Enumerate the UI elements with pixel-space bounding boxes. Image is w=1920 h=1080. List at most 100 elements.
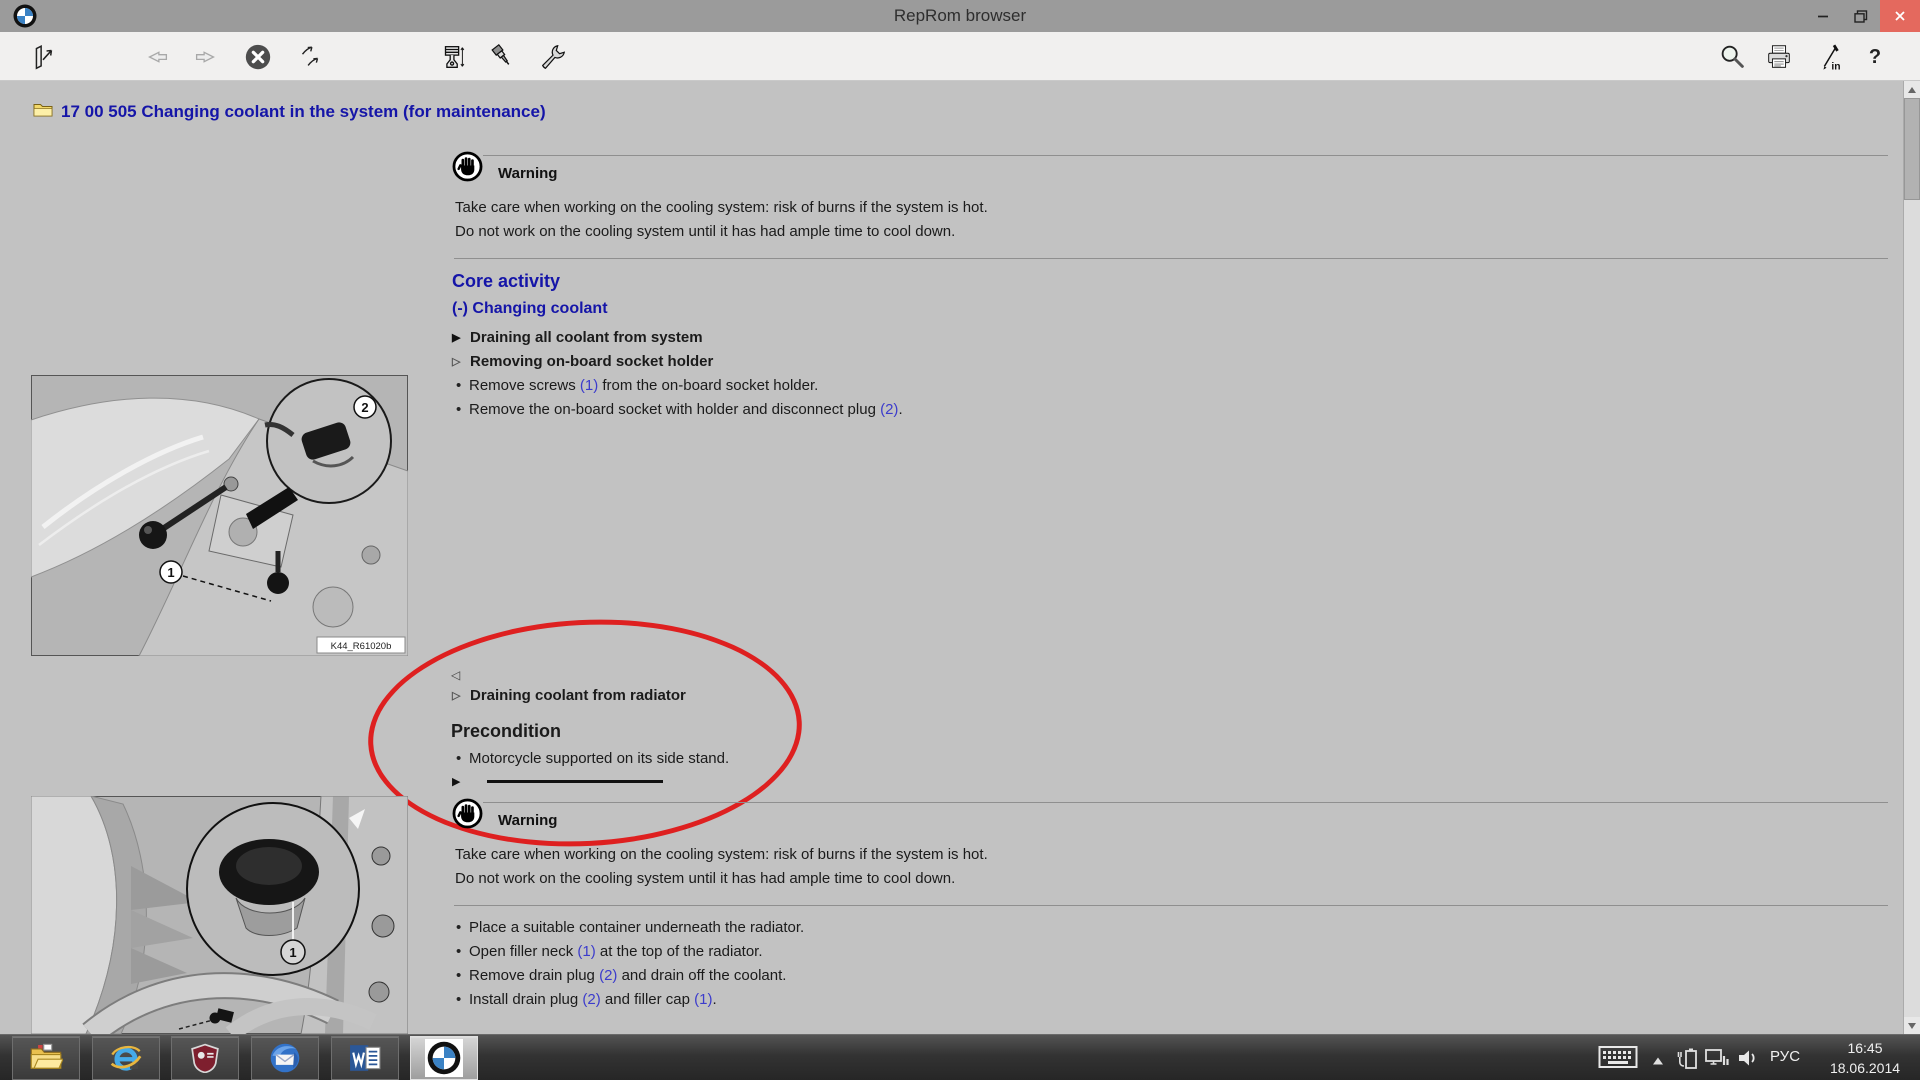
taskbar-antivirus-shield[interactable] [171, 1036, 239, 1080]
figure-callout-2: 2 [361, 400, 368, 415]
tray-expand-arrow[interactable] [1652, 1053, 1664, 1071]
list-item: •Remove the on-board socket with holder … [456, 401, 903, 418]
stop-button[interactable] [241, 40, 275, 74]
up-triangle-icon [1908, 87, 1916, 93]
figure-on-board-socket[interactable]: 2 1 K44_R61020b [31, 375, 408, 656]
warning-title: Warning [498, 165, 557, 182]
figure-callout-1: 1 [289, 945, 296, 960]
wrench-button[interactable] [536, 40, 570, 74]
solid-arrow-marker: ▶ [452, 331, 470, 344]
tray-date: 18.06.2014 [1814, 1058, 1916, 1078]
help-button[interactable]: ? [1858, 40, 1892, 74]
warning-block: Warning Take care when working on the co… [452, 150, 1888, 260]
network-status-icon[interactable] [1704, 1045, 1730, 1076]
part-ref-link[interactable]: (1) [577, 943, 595, 960]
list-item: •Remove drain plug (2) and drain off the… [456, 967, 786, 984]
step-draining-coolant-radiator[interactable]: ▷Draining coolant from radiator [452, 687, 686, 704]
taskbar-thunderbird[interactable] [251, 1036, 319, 1080]
scrollbar-thumb[interactable] [1904, 98, 1920, 200]
forward-button[interactable] [189, 40, 223, 74]
step-label: Removing on-board socket holder [470, 353, 713, 370]
part-ref-link[interactable]: (2) [599, 967, 617, 984]
minimize-button[interactable] [1804, 0, 1842, 32]
sparkplug-button[interactable] [486, 40, 520, 74]
piston-button[interactable] [436, 40, 470, 74]
hollow-arrow-marker: ▷ [452, 689, 470, 702]
crosslink-button[interactable] [293, 40, 327, 74]
bullet-marker: • [456, 943, 469, 960]
notes-label: in [1831, 62, 1840, 72]
divider [454, 905, 1888, 906]
node-changing-coolant[interactable]: (-) Changing coolant [452, 300, 608, 318]
close-button[interactable] [1880, 0, 1920, 32]
part-ref-link[interactable]: (2) [880, 401, 898, 418]
window-controls [1804, 0, 1920, 32]
hollow-arrow-marker: ▷ [452, 355, 470, 368]
bullet-marker: • [456, 967, 469, 984]
part-ref-link[interactable]: (1) [580, 377, 598, 394]
divider [483, 802, 1888, 803]
bmw-roundel-icon [425, 1039, 463, 1077]
power-status-icon[interactable] [1676, 1045, 1700, 1076]
tray-time: 16:45 [1814, 1038, 1916, 1058]
exit-button[interactable] [26, 40, 60, 74]
volume-icon[interactable] [1736, 1046, 1760, 1075]
bullet-marker: • [456, 991, 469, 1008]
list-item: •Open filler neck (1) at the top of the … [456, 943, 763, 960]
warning-title: Warning [498, 812, 557, 829]
taskbar-reprom-bmw[interactable] [410, 1036, 478, 1080]
print-button[interactable] [1762, 40, 1796, 74]
notes-button[interactable]: in [1813, 40, 1847, 74]
touch-keyboard-icon[interactable] [1598, 1044, 1638, 1075]
step-text: Place a suitable container underneath th… [469, 919, 804, 936]
list-item: •Install drain plug (2) and filler cap (… [456, 991, 717, 1008]
collapse-back-marker[interactable]: ◁ [451, 668, 460, 682]
bullet-marker: • [456, 919, 469, 936]
maximize-button[interactable] [1842, 0, 1880, 32]
solid-arrow-marker: ▶ [452, 775, 470, 788]
document-heading[interactable]: 17 00 505 Changing coolant in the system… [33, 102, 546, 122]
figure-radiator-drain[interactable]: 1 [31, 796, 408, 1034]
warning-block: Warning Take care when working on the co… [452, 797, 1888, 907]
figure-label: K44_R61020b [331, 641, 392, 652]
step-label: Draining all coolant from system [470, 329, 703, 346]
step-text: and drain off the coolant. [617, 967, 786, 984]
warning-text: Do not work on the cooling system until … [455, 870, 955, 887]
step-text: . [898, 401, 902, 418]
part-ref-link[interactable]: (1) [694, 991, 712, 1008]
step-text: . [712, 991, 716, 1008]
taskbar: РУС 16:45 18.06.2014 [0, 1034, 1920, 1080]
step-removing-socket-holder[interactable]: ▷Removing on-board socket holder [452, 353, 713, 370]
step-text: from the on-board socket holder. [598, 377, 818, 394]
language-indicator[interactable]: РУС [1770, 1048, 1800, 1065]
divider [454, 258, 1888, 259]
step-text: Install drain plug [469, 991, 582, 1008]
list-item: •Motorcycle supported on its side stand. [456, 750, 729, 767]
step-draining-all-coolant[interactable]: ▶Draining all coolant from system [452, 329, 703, 346]
scroll-down-button[interactable] [1904, 1017, 1920, 1034]
tray-clock[interactable]: 16:45 18.06.2014 [1814, 1038, 1916, 1078]
taskbar-word[interactable] [331, 1036, 399, 1080]
search-button[interactable] [1715, 40, 1749, 74]
section-title-core-activity: Core activity [452, 271, 560, 292]
taskbar-internet-explorer[interactable] [92, 1036, 160, 1080]
bullet-marker: • [456, 401, 469, 418]
step-text: Remove screws [469, 377, 580, 394]
warning-text: Do not work on the cooling system until … [455, 223, 955, 240]
bullet-marker: • [456, 377, 469, 394]
warning-hand-icon [452, 151, 483, 182]
vertical-scrollbar[interactable] [1903, 81, 1920, 1034]
part-ref-link[interactable]: (2) [582, 991, 600, 1008]
warning-text: Take care when working on the cooling sy… [455, 199, 988, 216]
hollow-back-icon: ◁ [451, 668, 460, 682]
scroll-up-button[interactable] [1904, 81, 1920, 98]
page-title: 17 00 505 Changing coolant in the system… [61, 102, 546, 122]
folder-icon [33, 102, 53, 122]
redacted-step-item[interactable]: ▶ [452, 773, 663, 790]
step-text: Open filler neck [469, 943, 577, 960]
list-item: •Place a suitable container underneath t… [456, 919, 804, 936]
bullet-marker: • [456, 750, 469, 767]
taskbar-file-explorer[interactable] [12, 1036, 80, 1080]
warning-hand-icon [452, 798, 483, 829]
back-button[interactable] [140, 40, 174, 74]
